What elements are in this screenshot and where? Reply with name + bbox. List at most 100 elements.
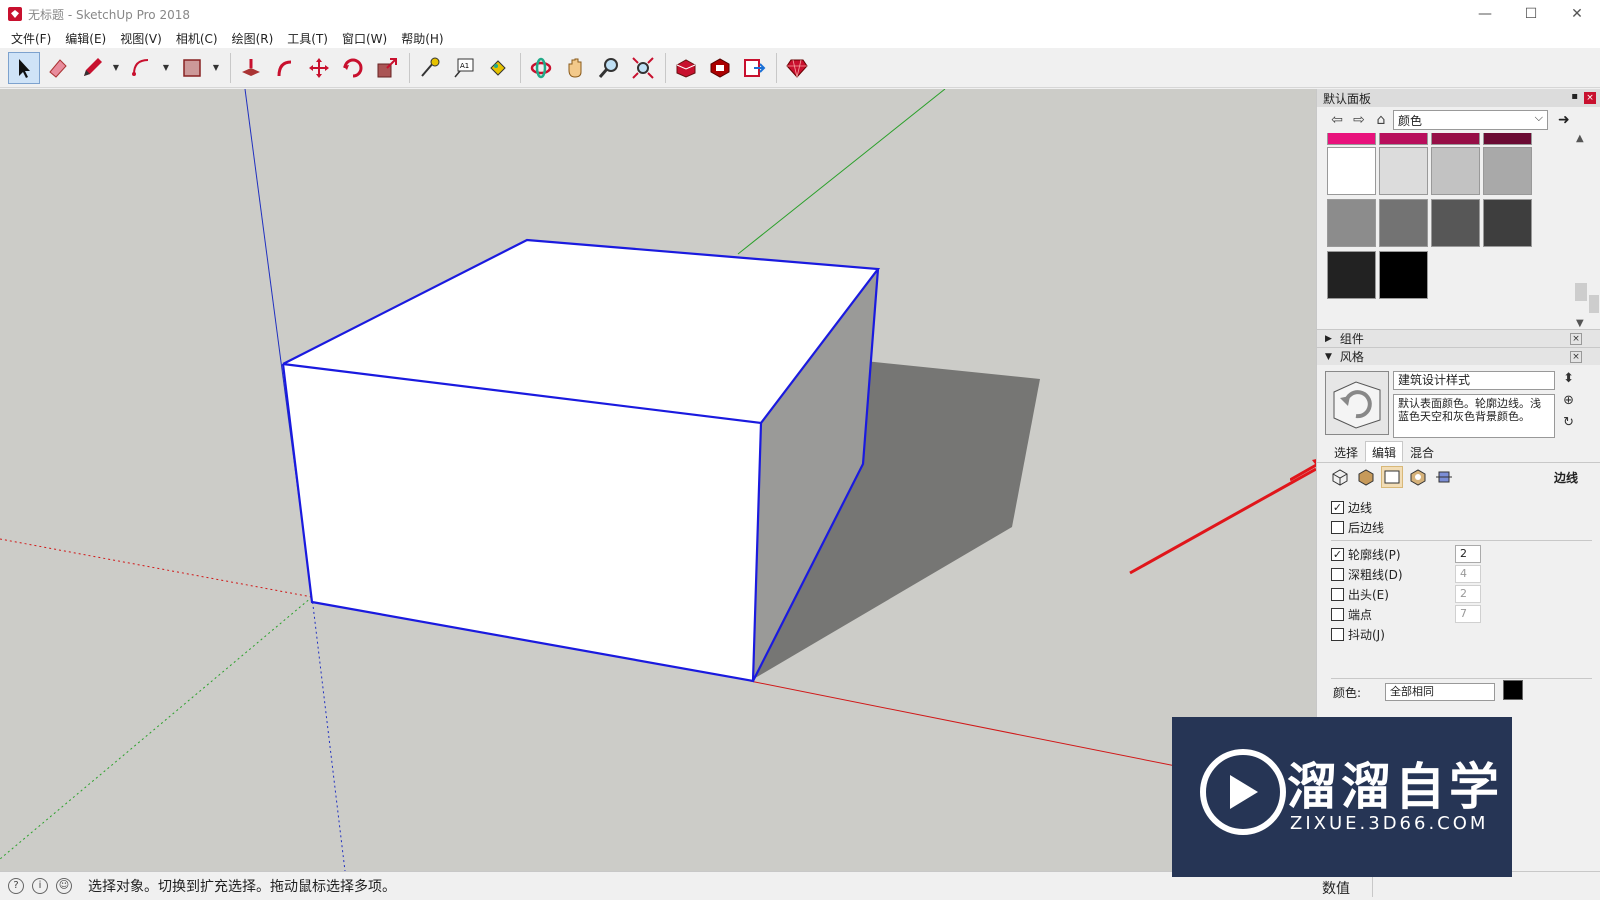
pin-icon[interactable]: ▪ bbox=[1571, 91, 1578, 102]
rectangle-dropdown-icon[interactable]: ▼ bbox=[210, 52, 222, 84]
collection-select[interactable]: 颜色 bbox=[1393, 110, 1548, 130]
color-swatch[interactable] bbox=[1379, 147, 1428, 195]
profiles-checkbox[interactable]: ✓ bbox=[1331, 547, 1344, 561]
zoom-tool-button[interactable] bbox=[593, 52, 625, 84]
scroll-down-icon[interactable]: ▼ bbox=[1576, 318, 1584, 329]
endpoints-length-input[interactable]: 7 bbox=[1455, 605, 1481, 623]
extension-manager-button[interactable] bbox=[781, 52, 813, 84]
color-swatch[interactable] bbox=[1379, 199, 1428, 247]
rectangle-tool-button[interactable] bbox=[176, 52, 208, 84]
color-swatch[interactable] bbox=[1327, 251, 1376, 299]
extension-option[interactable]: 出头(E) 2 bbox=[1317, 584, 1600, 604]
profiles-width-input[interactable]: 2 bbox=[1455, 545, 1481, 563]
color-swatch[interactable] bbox=[1327, 147, 1376, 195]
edges-checkbox[interactable]: ✓ bbox=[1331, 500, 1344, 514]
geo-location-icon[interactable]: ? bbox=[8, 878, 24, 894]
components-section-header[interactable]: ▶ 组件 × bbox=[1317, 329, 1600, 347]
save-style-icon[interactable]: ⬍ bbox=[1563, 371, 1574, 386]
background-settings-icon[interactable] bbox=[1381, 466, 1403, 488]
pencil-dropdown-icon[interactable]: ▼ bbox=[110, 52, 122, 84]
tab-mix[interactable]: 混合 bbox=[1403, 441, 1441, 462]
menu-window[interactable]: 窗口(W) bbox=[335, 30, 394, 47]
home-icon[interactable]: ⌂ bbox=[1371, 112, 1391, 128]
style-description-field[interactable]: 默认表面颜色。轮廓边线。浅蓝色天空和灰色背景颜色。 bbox=[1393, 394, 1555, 438]
color-swatch[interactable] bbox=[1431, 147, 1480, 195]
zoom-extents-tool-button[interactable] bbox=[627, 52, 659, 84]
color-swatch[interactable] bbox=[1483, 199, 1532, 247]
pencil-tool-button[interactable] bbox=[76, 52, 108, 84]
color-swatch[interactable] bbox=[1327, 199, 1376, 247]
drawing-viewport[interactable] bbox=[0, 89, 1316, 871]
paint-bucket-tool-button[interactable] bbox=[482, 52, 514, 84]
menu-file[interactable]: 文件(F) bbox=[4, 30, 58, 47]
select-tool-button[interactable] bbox=[8, 51, 40, 84]
color-swatch[interactable] bbox=[1379, 251, 1428, 299]
extension-warehouse-button[interactable] bbox=[704, 52, 736, 84]
create-style-icon[interactable]: ⊕ bbox=[1563, 393, 1574, 408]
styles-section-header[interactable]: ▼ 风格 × bbox=[1317, 347, 1600, 365]
modeling-settings-icon[interactable] bbox=[1433, 466, 1455, 488]
menu-camera[interactable]: 相机(C) bbox=[169, 30, 225, 47]
watermark-settings-icon[interactable] bbox=[1407, 466, 1429, 488]
styles-close-icon[interactable]: × bbox=[1570, 351, 1582, 363]
style-name-field[interactable]: 建筑设计样式 bbox=[1393, 371, 1555, 390]
face-settings-icon[interactable] bbox=[1355, 466, 1377, 488]
scale-tool-button[interactable] bbox=[371, 52, 403, 84]
menu-edit[interactable]: 编辑(E) bbox=[58, 30, 113, 47]
tape-measure-tool-button[interactable] bbox=[414, 52, 446, 84]
back-arrow-icon[interactable]: ⇦ bbox=[1327, 112, 1347, 128]
arc-tool-button[interactable] bbox=[126, 52, 158, 84]
color-swatch[interactable] bbox=[1483, 133, 1532, 145]
move-tool-button[interactable] bbox=[303, 52, 335, 84]
3d-warehouse-button[interactable] bbox=[670, 52, 702, 84]
components-close-icon[interactable]: × bbox=[1570, 333, 1582, 345]
arc-dropdown-icon[interactable]: ▼ bbox=[160, 52, 172, 84]
depth-cue-width-input[interactable]: 4 bbox=[1455, 565, 1481, 583]
follow-me-tool-button[interactable] bbox=[269, 52, 301, 84]
pan-tool-button[interactable] bbox=[559, 52, 591, 84]
jitter-checkbox[interactable] bbox=[1331, 627, 1344, 641]
orbit-tool-button[interactable] bbox=[525, 52, 557, 84]
tray-scrollbar[interactable] bbox=[1588, 119, 1600, 869]
close-button[interactable]: ✕ bbox=[1554, 0, 1600, 28]
endpoints-option[interactable]: 端点 7 bbox=[1317, 604, 1600, 624]
menu-draw[interactable]: 绘图(R) bbox=[225, 30, 281, 47]
menu-view[interactable]: 视图(V) bbox=[113, 30, 169, 47]
menu-tools[interactable]: 工具(T) bbox=[280, 30, 335, 47]
color-swatch[interactable] bbox=[1327, 133, 1376, 145]
back-edges-checkbox[interactable] bbox=[1331, 520, 1344, 534]
back-edges-option[interactable]: 后边线 bbox=[1317, 517, 1600, 537]
extension-checkbox[interactable] bbox=[1331, 587, 1344, 601]
color-swatch[interactable] bbox=[1431, 133, 1480, 145]
color-swatch[interactable] bbox=[1431, 199, 1480, 247]
tab-select[interactable]: 选择 bbox=[1327, 441, 1365, 462]
user-icon[interactable]: ☺ bbox=[56, 878, 72, 894]
push-pull-tool-button[interactable] bbox=[235, 52, 267, 84]
rotate-tool-button[interactable] bbox=[337, 52, 369, 84]
color-swatch[interactable] bbox=[1483, 147, 1532, 195]
measurements-input[interactable] bbox=[1372, 875, 1596, 897]
tray-close-icon[interactable]: × bbox=[1584, 92, 1596, 104]
endpoints-checkbox[interactable] bbox=[1331, 607, 1344, 621]
tab-edit[interactable]: 编辑 bbox=[1365, 441, 1404, 462]
edge-color-select[interactable]: 全部相同 bbox=[1385, 683, 1495, 701]
scroll-up-icon[interactable]: ▲ bbox=[1576, 133, 1584, 144]
style-thumbnail[interactable] bbox=[1325, 371, 1389, 435]
credits-icon[interactable]: i bbox=[32, 878, 48, 894]
menu-help[interactable]: 帮助(H) bbox=[394, 30, 450, 47]
jitter-option[interactable]: 抖动(J) bbox=[1317, 624, 1600, 644]
details-arrow-icon[interactable]: ➜ bbox=[1558, 112, 1570, 128]
text-tool-button[interactable]: A1 bbox=[448, 52, 480, 84]
edge-color-swatch[interactable] bbox=[1503, 680, 1523, 700]
depth-cue-option[interactable]: 深粗线(D) 4 bbox=[1317, 564, 1600, 584]
maximize-button[interactable]: ☐ bbox=[1508, 0, 1554, 28]
depth-cue-checkbox[interactable] bbox=[1331, 567, 1344, 581]
forward-arrow-icon[interactable]: ⇨ bbox=[1349, 112, 1369, 128]
color-swatch[interactable] bbox=[1379, 133, 1428, 145]
eraser-tool-button[interactable] bbox=[42, 52, 74, 84]
minimize-button[interactable]: — bbox=[1462, 0, 1508, 28]
edge-settings-icon[interactable] bbox=[1329, 466, 1351, 488]
update-style-icon[interactable]: ↻ bbox=[1563, 415, 1574, 430]
swatch-scrollbar[interactable]: ▲ ▼ bbox=[1574, 133, 1588, 329]
edges-option[interactable]: ✓ 边线 bbox=[1317, 497, 1600, 517]
